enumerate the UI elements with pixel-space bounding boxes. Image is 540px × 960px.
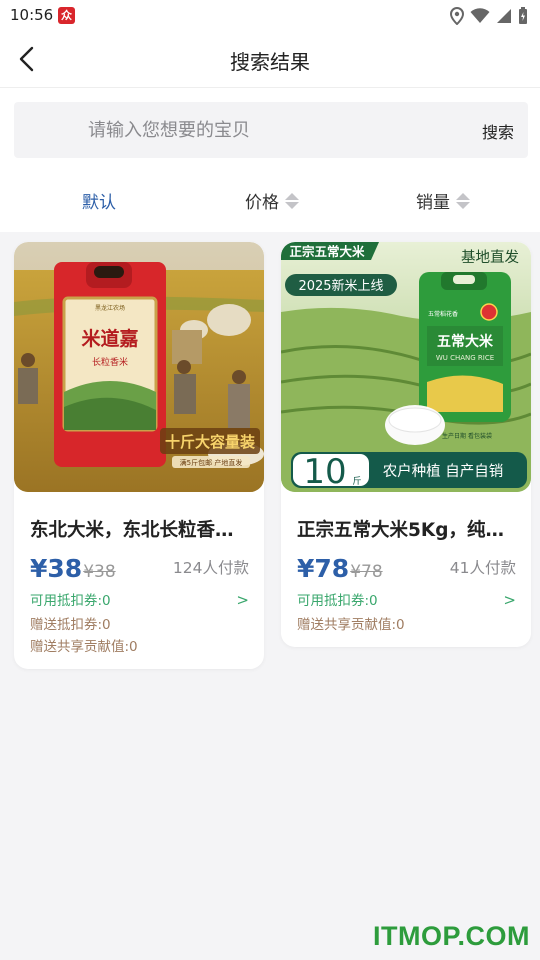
banner-text: 十斤大容量装: [165, 433, 256, 451]
product-card[interactable]: 米道嘉 长粒香米 黑龙江农场 十斤大容量装 满5斤包邮 产地直发 东北大米，东北…: [14, 242, 264, 669]
location-icon: [450, 7, 464, 25]
bottom-unit: 斤: [352, 476, 361, 487]
search-section: 搜索: [0, 88, 540, 170]
original-price: ¥38: [83, 562, 116, 582]
image-top-right: 基地直发: [461, 249, 519, 266]
bag-title: 五常大米: [437, 333, 494, 350]
bottom-number: 10: [303, 452, 346, 492]
product-card[interactable]: 正宗五常大米 基地直发 2025新米上线 五常大米 WU CHANG RICE …: [281, 242, 531, 647]
sort-tab-label: 销量: [416, 193, 450, 213]
chevron-right-icon[interactable]: >: [503, 591, 516, 609]
banner-sub: 满5斤包邮 产地直发: [180, 458, 243, 467]
image-badge: 2025新米上线: [298, 278, 383, 294]
sold-count: 124人付款: [172, 559, 249, 577]
bag-brand: 米道嘉: [81, 327, 138, 350]
product-price: ¥38: [30, 554, 83, 583]
price-row: ¥38 ¥38 124人付款: [30, 554, 249, 583]
bag-sub: 长粒香米: [92, 356, 128, 368]
gift-coupon: 赠送共享贡献值:0: [297, 617, 405, 633]
search-button[interactable]: 搜索: [482, 119, 514, 143]
sold-count: 41人付款: [449, 559, 516, 577]
status-time: 10:56: [10, 6, 54, 24]
product-price: ¥78: [297, 554, 350, 583]
sort-tab-sales[interactable]: 销量: [416, 188, 470, 213]
coupon-row: 可用抵扣券:0 >: [297, 589, 516, 609]
gift-coupon: 赠送抵扣券:0: [30, 617, 111, 633]
image-top-left: 正宗五常大米: [289, 244, 365, 259]
chevron-right-icon[interactable]: >: [236, 591, 249, 609]
header-bar: 搜索结果: [0, 32, 540, 88]
coupon-text: 可用抵扣券:0: [297, 593, 378, 609]
sort-tab-default[interactable]: 默认: [82, 188, 116, 213]
price-row: ¥78 ¥78 41人付款: [297, 554, 516, 583]
app-notification-icon: 众: [58, 7, 75, 24]
sort-tab-label: 默认: [82, 193, 116, 213]
sort-bar: 默认 价格 销量: [0, 170, 540, 232]
page-title: 搜索结果: [230, 50, 310, 74]
status-bar: 10:56 众: [0, 0, 540, 32]
bag-logo: 五常稻花香: [428, 310, 458, 318]
signal-icon: [497, 9, 511, 23]
sort-arrows-icon: [456, 192, 470, 209]
wifi-icon: [470, 8, 490, 23]
battery-icon: [519, 7, 527, 24]
product-image: 米道嘉 长粒香米 黑龙江农场 十斤大容量装 满5斤包邮 产地直发: [14, 242, 264, 492]
search-box: 搜索: [14, 102, 528, 158]
gift-value: 赠送共享贡献值:0: [30, 639, 138, 655]
sort-arrows-icon: [285, 192, 299, 209]
product-image: 正宗五常大米 基地直发 2025新米上线 五常大米 WU CHANG RICE …: [281, 242, 531, 492]
bag-logo: 黑龙江农场: [95, 304, 125, 312]
status-icons: [450, 6, 528, 26]
product-name: 正宗五常大米5Kg，纯正五常稻花香: [297, 520, 516, 541]
side-note: 生产日期 看包装袋: [442, 432, 492, 440]
product-info: 正宗五常大米5Kg，纯正五常稻花香 ¥78 ¥78 41人付款 可用抵扣券:0 …: [281, 492, 531, 647]
sort-tab-price[interactable]: 价格: [245, 188, 299, 213]
coupon-text: 可用抵扣券:0: [30, 593, 111, 609]
product-info: 东北大米，东北长粒香大米 ¥38 ¥38 124人付款 可用抵扣券:0 > 赠送…: [14, 492, 264, 669]
bag-sub: WU CHANG RICE: [436, 354, 494, 362]
original-price: ¥78: [350, 562, 383, 582]
watermark-logo: ITMOP.COM: [372, 921, 530, 951]
coupon-row: 可用抵扣券:0 >: [30, 589, 249, 609]
sort-tab-label: 价格: [245, 193, 279, 213]
bottom-text: 农户种植 自产自销: [383, 463, 504, 480]
product-name: 东北大米，东北长粒香大米: [30, 520, 249, 541]
search-input[interactable]: [88, 102, 448, 158]
